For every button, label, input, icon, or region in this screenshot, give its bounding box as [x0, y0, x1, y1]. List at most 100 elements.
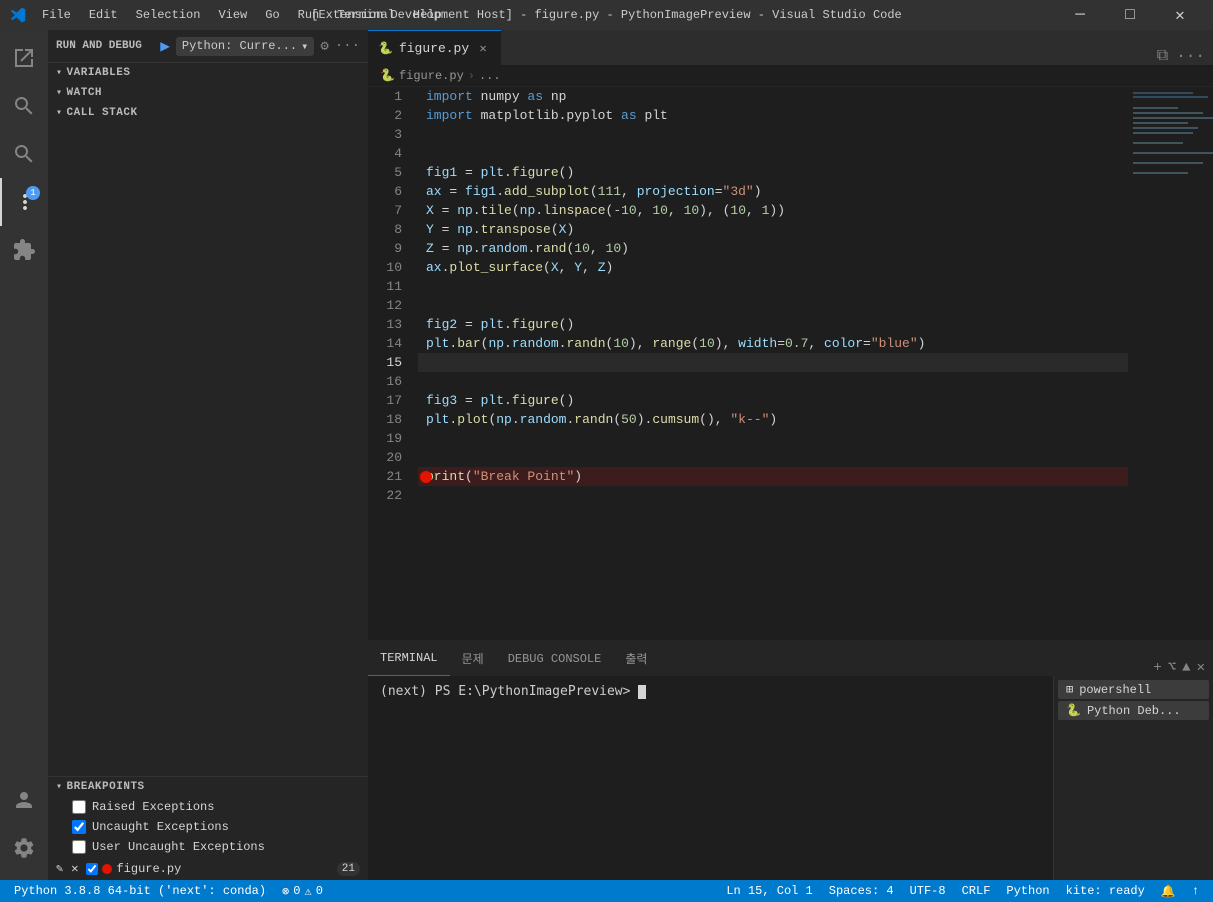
breakpoint-remove-icon[interactable]: ✕ — [71, 861, 78, 876]
activity-debug[interactable]: 1 — [0, 178, 48, 226]
watch-collapse[interactable]: ▾ WATCH — [48, 83, 368, 103]
tab-terminal[interactable]: TERMINAL — [368, 641, 450, 676]
activity-settings[interactable] — [0, 824, 48, 872]
code-line-7[interactable]: X = np.tile(np.linspace(-10, 10, 10), (1… — [418, 201, 1128, 220]
code-editor[interactable]: 12345678910111213141516171819202122 impo… — [368, 87, 1213, 640]
activity-source-control[interactable] — [0, 130, 48, 178]
code-line-6[interactable]: ax = fig1.add_subplot(111, projection="3… — [418, 182, 1128, 201]
token: ( — [613, 410, 621, 429]
code-line-3[interactable] — [418, 125, 1128, 144]
breakpoint-edit-icon[interactable]: ✎ — [56, 861, 63, 876]
status-spaces[interactable]: Spaces: 4 — [823, 880, 900, 902]
vscode-logo — [10, 7, 26, 23]
menu-selection[interactable]: Selection — [128, 4, 209, 26]
status-python-version[interactable]: Python 3.8.8 64-bit ('next': conda) — [8, 880, 272, 902]
token: . — [512, 410, 520, 429]
token: figure — [512, 391, 559, 410]
token: () — [559, 391, 575, 410]
code-line-19[interactable] — [418, 429, 1128, 448]
code-line-18[interactable]: plt.plot(np.random.randn(50).cumsum(), "… — [418, 410, 1128, 429]
code-line-15[interactable] — [418, 353, 1128, 372]
raised-exceptions-checkbox[interactable] — [72, 800, 86, 814]
token: tile — [481, 201, 512, 220]
token: "Break Point" — [473, 467, 574, 486]
token: ) — [566, 220, 574, 239]
tab-problems[interactable]: 문제 — [450, 641, 496, 676]
code-line-22[interactable] — [418, 486, 1128, 505]
activity-explorer[interactable] — [0, 34, 48, 82]
token: 10 — [574, 239, 590, 258]
split-editor-icon[interactable]: ⧉ — [1157, 47, 1168, 65]
code-line-9[interactable]: Z = np.random.rand(10, 10) — [418, 239, 1128, 258]
user-uncaught-exceptions-checkbox[interactable] — [72, 840, 86, 854]
menu-edit[interactable]: Edit — [81, 4, 126, 26]
code-line-1[interactable]: import numpy as np — [418, 87, 1128, 106]
menu-view[interactable]: View — [210, 4, 255, 26]
menu-file[interactable]: File — [34, 4, 79, 26]
code-line-16[interactable] — [418, 372, 1128, 391]
token: . — [473, 220, 481, 239]
line-number-2: 2 — [376, 106, 410, 125]
status-language[interactable]: Python — [1000, 880, 1055, 902]
close-panel-icon[interactable]: ✕ — [1197, 659, 1205, 676]
code-line-13[interactable]: fig2 = plt.figure() — [418, 315, 1128, 334]
python-version-label: Python 3.8.8 64-bit ('next': conda) — [14, 884, 266, 898]
breakpoint-file-list: ✎ ✕ figure.py 21 — [48, 857, 368, 880]
status-position[interactable]: Ln 15, Col 1 — [720, 880, 818, 902]
breadcrumb-rest[interactable]: ... — [479, 69, 501, 83]
more-actions-icon[interactable]: ··· — [1176, 47, 1205, 65]
close-button[interactable]: ✕ — [1157, 0, 1203, 30]
maximize-button[interactable]: □ — [1107, 0, 1153, 30]
maximize-panel-icon[interactable]: ▲ — [1182, 660, 1190, 676]
code-line-20[interactable] — [418, 448, 1128, 467]
breakpoints-collapse[interactable]: ▾ BREAKPOINTS — [48, 777, 368, 797]
split-terminal-icon[interactable]: ⌥ — [1168, 659, 1176, 676]
token: "3d" — [723, 182, 754, 201]
activity-account[interactable] — [0, 776, 48, 824]
tab-close-button[interactable]: ✕ — [475, 40, 491, 56]
status-feedback[interactable]: ↑ — [1186, 880, 1205, 902]
code-line-5[interactable]: fig1 = plt.figure() — [418, 163, 1128, 182]
breadcrumb-file[interactable]: figure.py — [399, 69, 464, 83]
callstack-collapse[interactable]: ▾ CALL STACK — [48, 103, 368, 123]
editor-tab-figure[interactable]: 🐍 figure.py ✕ — [368, 30, 501, 65]
minimize-button[interactable]: ─ — [1057, 0, 1103, 30]
tab-debug-console[interactable]: DEBUG CONSOLE — [496, 641, 614, 676]
terminal-session-python-debug[interactable]: 🐍 Python Deb... — [1058, 701, 1209, 720]
status-encoding[interactable]: UTF-8 — [904, 880, 952, 902]
terminal-session-powershell[interactable]: ⊞ powershell — [1058, 680, 1209, 699]
tab-output[interactable]: 출력 — [613, 641, 659, 676]
add-terminal-icon[interactable]: + — [1153, 660, 1161, 676]
code-content[interactable]: import numpy as npimport matplotlib.pypl… — [418, 87, 1128, 640]
code-line-8[interactable]: Y = np.transpose(X) — [418, 220, 1128, 239]
file-bp-checkbox[interactable] — [86, 863, 98, 875]
status-notifications[interactable]: 🔔 — [1155, 880, 1182, 902]
status-kite[interactable]: kite: ready — [1060, 880, 1151, 902]
variables-collapse[interactable]: ▾ VARIABLES — [48, 63, 368, 83]
code-line-12[interactable] — [418, 296, 1128, 315]
breakpoint-file-entry[interactable]: figure.py — [86, 862, 181, 876]
token: . — [535, 201, 543, 220]
line-number-8: 8 — [376, 220, 410, 239]
settings-icon[interactable]: ⚙ — [320, 38, 328, 55]
activity-extensions[interactable] — [0, 226, 48, 274]
line-number-1: 1 — [376, 87, 410, 106]
panel-content-area: (next) PS E:\PythonImagePreview> ⊞ power… — [368, 676, 1213, 880]
status-errors[interactable]: ⊗ 0 ⚠ 0 — [276, 880, 329, 902]
uncaught-exceptions-checkbox[interactable] — [72, 820, 86, 834]
debug-play-button[interactable]: ▶ — [160, 36, 170, 56]
code-line-14[interactable]: plt.bar(np.random.randn(10), range(10), … — [418, 334, 1128, 353]
activity-search[interactable] — [0, 82, 48, 130]
terminal-sessions-sidebar: ⊞ powershell 🐍 Python Deb... — [1053, 676, 1213, 880]
more-icon[interactable]: ··· — [335, 38, 360, 55]
code-line-4[interactable] — [418, 144, 1128, 163]
menu-go[interactable]: Go — [257, 4, 287, 26]
code-line-2[interactable]: import matplotlib.pyplot as plt — [418, 106, 1128, 125]
token: np — [496, 410, 512, 429]
code-line-10[interactable]: ax.plot_surface(X, Y, Z) — [418, 258, 1128, 277]
code-line-11[interactable] — [418, 277, 1128, 296]
code-line-17[interactable]: fig3 = plt.figure() — [418, 391, 1128, 410]
code-line-21[interactable]: print("Break Point") — [418, 467, 1128, 486]
status-line-ending[interactable]: CRLF — [956, 880, 997, 902]
debug-config-dropdown[interactable]: Python: Curre... ▾ — [176, 37, 314, 56]
